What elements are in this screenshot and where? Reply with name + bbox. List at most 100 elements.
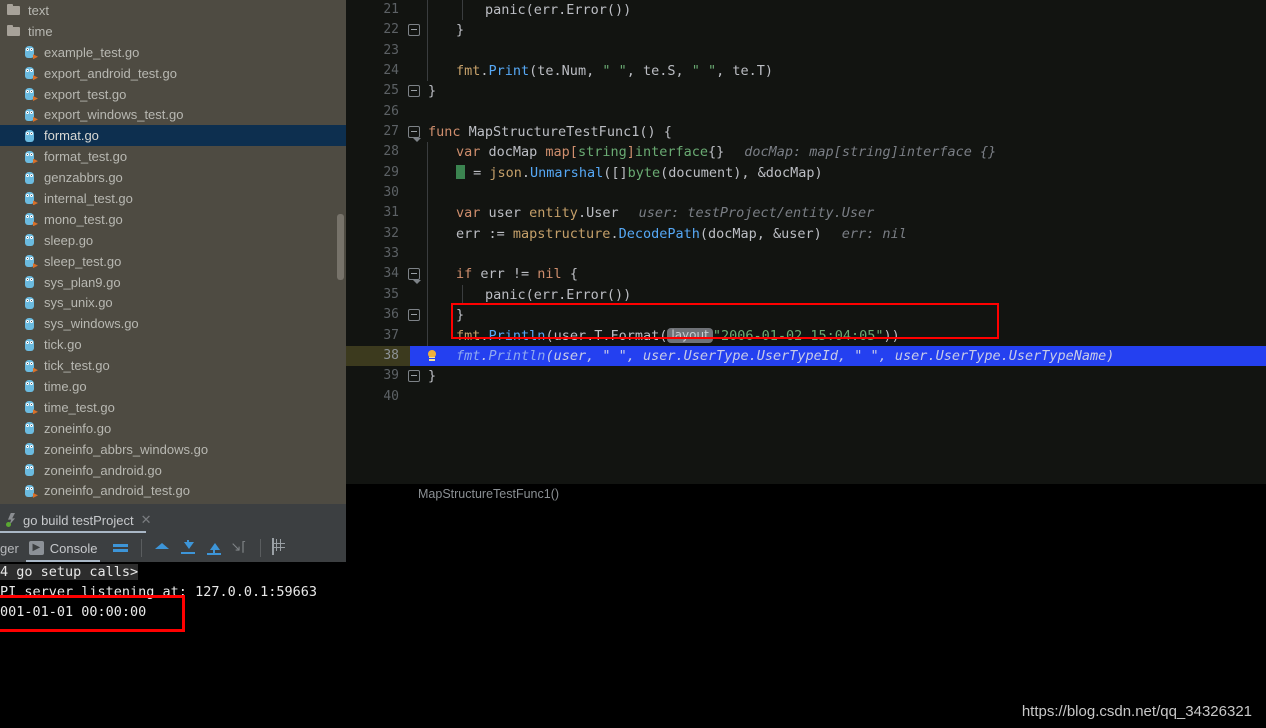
tree-item-sleep-go[interactable]: sleep.go [0,230,346,251]
code-line[interactable]: 27 func MapStructureTestFunc1() { [346,122,1266,143]
line-number: 37 [346,325,410,346]
tree-item-label: format_test.go [44,149,128,165]
line-number: 34 [346,264,410,285]
go-test-file-icon [22,358,38,374]
code-line[interactable]: 31 var user entity.User user: testProject… [346,203,1266,224]
code-text: fmt.Print(te.Num, " ", te.S, " ", te.T) [456,63,774,80]
line-number: 33 [346,244,410,265]
go-file-icon [22,128,38,144]
tree-item-label: sys_unix.go [44,295,113,311]
tree-item-export-test-go[interactable]: export_test.go [0,84,346,105]
tree-item-export-android-test-go[interactable]: export_android_test.go [0,63,346,84]
console-toolbar: ger ▶ Console ↘⌈ [0,534,294,562]
arrow-down-to-line-icon[interactable] [179,539,197,557]
tree-item-zoneinfo-go[interactable]: zoneinfo.go [0,418,346,439]
toolbar-separator [140,539,142,557]
code-text: err := mapstructure.DecodePath(docMap, &… [456,225,907,242]
code-text: func MapStructureTestFunc1() { [428,124,672,141]
tab-console[interactable]: ▶ Console [28,541,98,556]
arrow-up-to-line-icon[interactable] [205,539,223,557]
tree-item-time-test-go[interactable]: time_test.go [0,397,346,418]
console-line: 4 go setup calls> [0,562,1266,582]
tree-item-tick-test-go[interactable]: tick_test.go [0,355,346,376]
code-line[interactable]: 30 [346,183,1266,204]
project-file-tree[interactable]: text time example_test.go export_android_te… [0,0,346,504]
breadcrumb[interactable]: MapStructureTestFunc1() [346,484,1266,504]
watermark: https://blog.csdn.net/qq_34326321 [1021,703,1252,720]
tree-item-format-test-go[interactable]: format_test.go [0,146,346,167]
tree-item-zoneinfo-android-test-go[interactable]: zoneinfo_android_test.go [0,480,346,501]
code-line[interactable]: 21 panic(err.Error()) [346,0,1266,21]
close-icon[interactable]: ✕ [141,512,152,528]
code-text: = json.Unmarshal([]byte(document), &docM… [410,163,1266,183]
code-line[interactable]: 37 fmt.Println(user.T.Format(layout "2006… [346,325,1266,346]
tree-item-tick-go[interactable]: tick.go [0,334,346,355]
grid-icon[interactable] [271,538,290,557]
code-line[interactable]: 35 panic(err.Error()) [346,284,1266,306]
console-line: PI server listening at: 127.0.0.1:59663 [0,582,1266,602]
tree-item-label: zoneinfo_android.go [44,462,162,478]
code-line-selected[interactable]: 38 fmt.Println(user, " ", user.UserType.… [346,345,1266,367]
tree-item-internal-test-go[interactable]: internal_test.go [0,188,346,209]
tree-item-sys-plan9-go[interactable]: sys_plan9.go [0,272,346,293]
wrap-lines-icon[interactable] [112,539,130,557]
code-line[interactable]: 36 } [346,305,1266,326]
tree-item-format-go[interactable]: format.go [0,125,346,147]
go-file-icon [22,337,38,353]
tree-item-zoneinfo-abbrs-windows-go[interactable]: zoneinfo_abbrs_windows.go [0,439,346,460]
code-editor[interactable]: 21 panic(err.Error()) 22 } 23 24 fmt.Pri… [346,0,1266,484]
tree-item-genzabbrs-go[interactable]: genzabbrs.go [0,167,346,188]
tree-item-label: zoneinfo_abbrs_windows.go [44,441,209,457]
code-line[interactable]: 24 fmt.Print(te.Num, " ", te.S, " ", te.… [346,61,1266,82]
tree-item-export-windows-test-go[interactable]: export_windows_test.go [0,104,346,125]
code-text: } [428,83,437,100]
line-number: 22 [346,20,410,41]
code-line[interactable]: 34 if err != nil { [346,264,1266,285]
tree-item-example-test-go[interactable]: example_test.go [0,42,346,63]
code-line[interactable]: 28 var docMap map[string]interface{} docM… [346,142,1266,163]
code-line[interactable]: 40 [346,386,1266,407]
go-file-icon [22,420,38,436]
code-line[interactable]: 33 [346,244,1266,265]
code-line[interactable]: 32 err := mapstructure.DecodePath(docMap… [346,223,1266,245]
go-test-file-icon [22,44,38,60]
tree-item-sleep-test-go[interactable]: sleep_test.go [0,251,346,272]
code-line[interactable]: 25 } [346,81,1266,102]
line-number: 32 [346,223,410,245]
sidebar-scrollbar-thumb[interactable] [337,214,344,280]
go-file-icon [22,441,38,457]
go-file-icon [22,378,38,394]
soft-wrap-icon[interactable]: ↘⌈ [231,539,249,557]
code-line[interactable]: 22 } [346,20,1266,41]
console-icon: ▶ [28,541,44,555]
tree-item-mono-test-go[interactable]: mono_test.go [0,209,346,230]
debugger-tab-label[interactable]: ger [0,541,19,556]
up-to-stack-icon[interactable] [153,539,171,557]
tree-item-label: tick_test.go [44,358,110,374]
line-number: 24 [346,61,410,82]
tree-item-sys-windows-go[interactable]: sys_windows.go [0,313,346,334]
tree-item-label: internal_test.go [44,190,133,206]
folder-icon [6,2,22,18]
tree-item-text[interactable]: text [0,0,346,21]
tree-item-zoneinfo-android-go[interactable]: zoneinfo_android.go [0,460,346,481]
line-number: 30 [346,183,410,204]
run-configuration-tab[interactable]: go build testProject ✕ [0,508,151,532]
tree-item-label: time [28,23,53,39]
tree-item-sys-unix-go[interactable]: sys_unix.go [0,292,346,313]
code-line[interactable]: 23 [346,40,1266,62]
tree-item-label: example_test.go [44,44,140,60]
tree-item-time-go[interactable]: time.go [0,376,346,397]
tree-item-label: zoneinfo.go [44,420,112,436]
code-line[interactable]: 29 = json.Unmarshal([]byte(document), &d… [346,162,1266,184]
go-test-file-icon [22,149,38,165]
tree-item-time[interactable]: time [0,21,346,42]
line-number: 40 [346,386,410,407]
code-line[interactable]: 26 [346,101,1266,123]
code-text: } [456,307,465,324]
code-text: } [456,22,465,39]
go-file-icon [22,295,38,311]
run-tab-underline [0,531,146,533]
line-number: 38 [346,345,410,367]
code-line[interactable]: 39 } [346,366,1266,387]
